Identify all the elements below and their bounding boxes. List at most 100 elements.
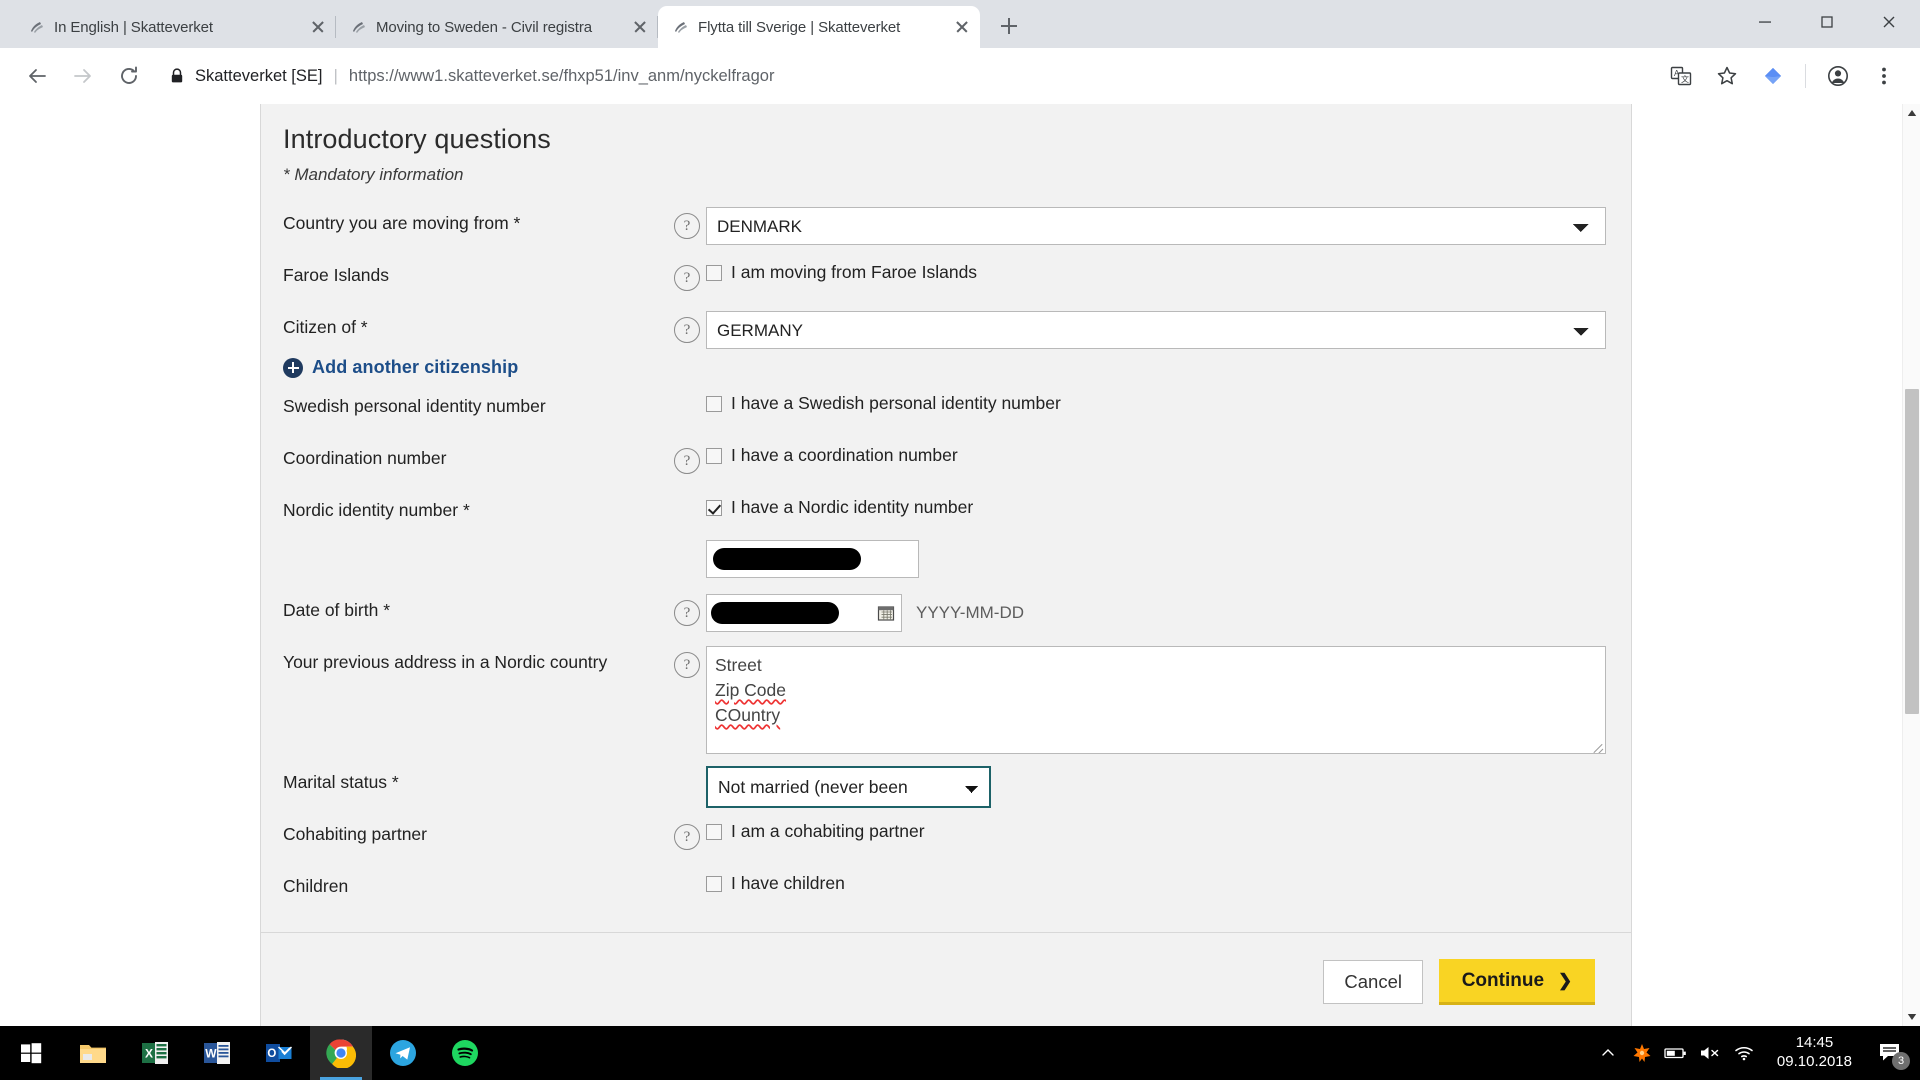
file-explorer-icon[interactable]: [62, 1026, 124, 1080]
close-button[interactable]: [1858, 0, 1920, 44]
spotify-icon[interactable]: [434, 1026, 496, 1080]
skatteverket-icon: [28, 18, 46, 36]
maximize-button[interactable]: [1796, 0, 1858, 44]
scroll-up-arrow-icon[interactable]: [1903, 104, 1920, 122]
tab-strip: In English | Skatteverket Moving to Swed…: [0, 0, 1920, 48]
help-citizen-of[interactable]: ?: [668, 311, 706, 343]
tab-title: In English | Skatteverket: [54, 18, 213, 36]
label-marital-status: Marital status *: [283, 772, 399, 792]
start-button[interactable]: [0, 1026, 62, 1080]
previous-address-textarea[interactable]: Street Zip Code COuntry: [706, 646, 1606, 754]
children-checkbox[interactable]: [706, 875, 722, 892]
faroe-checkbox-wrap[interactable]: I am moving from Faroe Islands: [706, 259, 977, 283]
coordination-checkbox-label: I have a coordination number: [731, 445, 958, 465]
label-previous-address: Your previous address in a Nordic countr…: [283, 652, 608, 672]
help-date-of-birth[interactable]: ?: [668, 594, 706, 626]
calendar-icon[interactable]: [877, 604, 895, 622]
browser-tab-2[interactable]: Flytta till Sverige | Skatteverket: [658, 6, 980, 48]
citizen-of-select[interactable]: GERMANY: [706, 311, 1606, 349]
close-icon[interactable]: [952, 17, 972, 37]
svg-text:X: X: [145, 1047, 153, 1061]
back-arrow-icon[interactable]: [14, 53, 60, 99]
taskbar-clock[interactable]: 14:45 09.10.2018: [1761, 1026, 1868, 1080]
page-scrollbar[interactable]: [1902, 104, 1920, 1026]
site-identity-label: Skatteverket [SE]: [195, 66, 323, 85]
chrome-icon[interactable]: [310, 1026, 372, 1080]
wifi-icon[interactable]: [1727, 1026, 1761, 1080]
help-coordination-number[interactable]: ?: [668, 442, 706, 474]
minimize-button[interactable]: [1734, 0, 1796, 44]
cohabiting-checkbox-wrap[interactable]: I am a cohabiting partner: [706, 818, 925, 842]
row-date-of-birth: Date of birth * ? YYYY-MM-DD: [283, 594, 1595, 638]
help-previous-address[interactable]: ?: [668, 646, 706, 678]
show-hidden-icons-chevron[interactable]: [1591, 1026, 1625, 1080]
date-of-birth-input[interactable]: [706, 594, 902, 632]
cohabiting-checkbox-label: I am a cohabiting partner: [731, 821, 925, 841]
telegram-icon[interactable]: [372, 1026, 434, 1080]
skatteverket-icon: [350, 18, 368, 36]
redacted-value: [713, 548, 861, 570]
browser-tab-0[interactable]: In English | Skatteverket: [14, 6, 336, 48]
chevron-right-icon: ❯: [1558, 970, 1573, 990]
row-swedish-pin: Swedish personal identity number I have …: [283, 390, 1595, 434]
row-previous-address: Your previous address in a Nordic countr…: [283, 646, 1606, 754]
tab-title: Moving to Sweden - Civil registra: [376, 18, 592, 36]
row-country-from: Country you are moving from * ? DENMARK: [283, 207, 1606, 251]
battery-icon[interactable]: [1659, 1026, 1693, 1080]
country-from-select[interactable]: DENMARK: [706, 207, 1606, 245]
cohabiting-checkbox[interactable]: [706, 823, 722, 840]
date-format-hint: YYYY-MM-DD: [916, 603, 1024, 622]
cancel-button[interactable]: Cancel: [1323, 960, 1423, 1004]
children-checkbox-wrap[interactable]: I have children: [706, 870, 845, 894]
add-citizenship-link-row[interactable]: Add another citizenship: [283, 357, 1595, 378]
reload-icon[interactable]: [106, 53, 152, 99]
extension-diamond-icon[interactable]: [1751, 54, 1795, 98]
row-marital-status: Marital status * Not married (never been: [283, 766, 1595, 810]
notification-center-button[interactable]: 3: [1868, 1026, 1914, 1080]
word-icon[interactable]: W: [186, 1026, 248, 1080]
form-button-bar: Cancel Continue ❯: [261, 933, 1631, 1026]
textarea-resize-handle[interactable]: [1590, 738, 1604, 752]
close-icon[interactable]: [308, 17, 328, 37]
clock-date: 09.10.2018: [1776, 1053, 1852, 1070]
help-cohabiting-partner[interactable]: ?: [668, 818, 706, 850]
scroll-down-arrow-icon[interactable]: [1903, 1008, 1920, 1026]
outlook-icon[interactable]: O: [248, 1026, 310, 1080]
address-line-2: Zip Code: [715, 679, 787, 700]
bookmark-star-icon[interactable]: [1705, 54, 1749, 98]
svg-text:O: O: [267, 1048, 276, 1060]
page-title: Introductory questions: [283, 124, 551, 154]
address-bar[interactable]: Skatteverket [SE] | https://www1.skattev…: [166, 58, 1649, 94]
new-tab-button[interactable]: [990, 7, 1028, 45]
add-citizenship-link[interactable]: Add another citizenship: [312, 357, 518, 378]
coordination-checkbox-wrap[interactable]: I have a coordination number: [706, 442, 958, 466]
volume-muted-icon[interactable]: [1693, 1026, 1727, 1080]
page-content: Introductory questions * Mandatory infor…: [0, 104, 1902, 1026]
continue-button[interactable]: Continue ❯: [1439, 959, 1595, 1005]
row-faroe-islands: Faroe Islands ? I am moving from Faroe I…: [283, 259, 1595, 303]
help-icon: ?: [674, 213, 700, 239]
help-country-from[interactable]: ?: [668, 207, 706, 239]
svg-text:文: 文: [1681, 74, 1689, 84]
swedish-pin-checkbox-wrap[interactable]: I have a Swedish personal identity numbe…: [706, 390, 1061, 414]
nordic-id-checkbox[interactable]: [706, 499, 722, 516]
excel-icon[interactable]: X: [124, 1026, 186, 1080]
swedish-pin-checkbox[interactable]: [706, 395, 722, 412]
scrollbar-thumb[interactable]: [1905, 389, 1919, 714]
label-faroe-islands: Faroe Islands: [283, 265, 390, 285]
toolbar-divider: [1805, 64, 1806, 88]
coordination-checkbox[interactable]: [706, 447, 722, 464]
nordic-id-input[interactable]: [706, 540, 919, 578]
close-icon[interactable]: [630, 17, 650, 37]
avast-icon[interactable]: [1625, 1026, 1659, 1080]
faroe-checkbox[interactable]: [706, 264, 722, 281]
browser-tab-1[interactable]: Moving to Sweden - Civil registra: [336, 6, 658, 48]
forward-arrow-icon[interactable]: [60, 53, 106, 99]
nordic-id-checkbox-wrap[interactable]: I have a Nordic identity number: [706, 494, 973, 518]
three-dot-menu-icon[interactable]: [1862, 54, 1906, 98]
profile-avatar-icon[interactable]: [1816, 54, 1860, 98]
marital-status-select[interactable]: Not married (never been: [706, 766, 991, 808]
help-faroe-islands[interactable]: ?: [668, 259, 706, 291]
label-nordic-id: Nordic identity number *: [283, 500, 470, 520]
translate-icon[interactable]: A文: [1659, 54, 1703, 98]
